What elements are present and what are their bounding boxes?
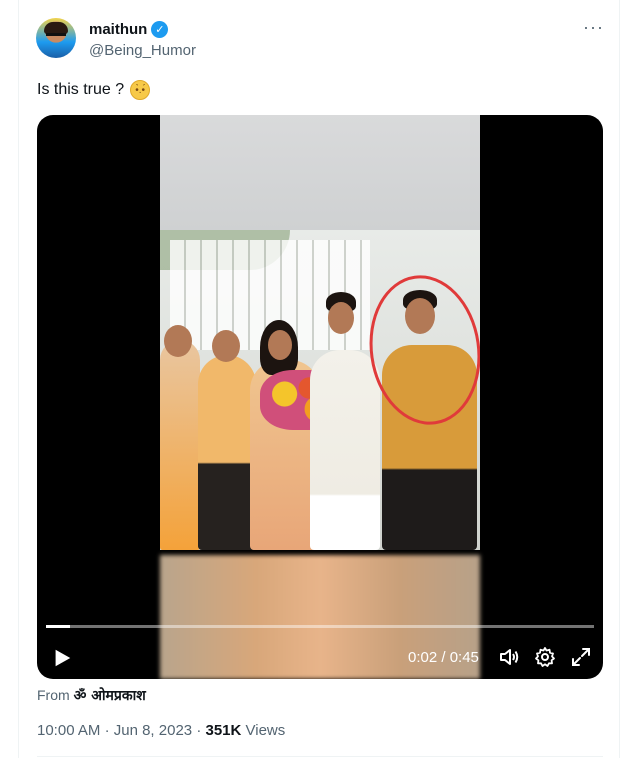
- source-name-link[interactable]: ॐ ओमप्रकाश: [74, 688, 146, 704]
- person-1: [160, 340, 200, 550]
- video-frame: [160, 115, 480, 679]
- tweet-text-content: Is this true ?: [37, 81, 125, 98]
- tweet-metadata: 10:00 AM · Jun 8, 2023 · 351K Views: [37, 722, 285, 739]
- person-1-head: [164, 325, 192, 357]
- author-display-name[interactable]: maithun: [89, 21, 147, 38]
- tweet-time[interactable]: 10:00 AM: [37, 722, 100, 739]
- views-count: 351K: [205, 722, 242, 739]
- author-handle[interactable]: @Being_Humor: [89, 42, 196, 59]
- source-prefix: From: [37, 687, 70, 703]
- settings-icon[interactable]: [533, 645, 557, 669]
- video-source: From ॐ ओमप्रकाश: [37, 686, 146, 705]
- video-photo: [160, 230, 480, 550]
- play-icon[interactable]: [51, 647, 73, 669]
- views-label: Views: [245, 722, 286, 739]
- verified-badge-icon: ✓: [151, 21, 169, 38]
- person-3-head: [268, 330, 292, 360]
- video-frame-top: [160, 115, 480, 230]
- fullscreen-icon[interactable]: [569, 645, 593, 669]
- person-2: [198, 355, 256, 550]
- person-4: [310, 350, 380, 550]
- meta-separator-2: ·: [196, 722, 202, 739]
- bottom-divider: [37, 756, 603, 757]
- meta-separator-1: ·: [104, 722, 110, 739]
- person-2-head: [212, 330, 240, 362]
- author-name-row[interactable]: maithun ✓: [89, 21, 169, 38]
- video-time-display: 0:02 / 0:45: [408, 649, 479, 666]
- tweet-date[interactable]: Jun 8, 2023: [114, 722, 192, 739]
- video-player[interactable]: 0:02 / 0:45: [37, 115, 603, 679]
- avatar-glasses: [46, 33, 66, 38]
- video-progress-bar[interactable]: [46, 625, 594, 628]
- avatar[interactable]: [36, 18, 76, 58]
- thinking-face-icon: •̀.•́: [130, 80, 151, 100]
- person-4-head: [328, 302, 354, 334]
- tweet-text: Is this true ? •̀.•́: [37, 80, 151, 100]
- more-options-icon[interactable]: ···: [583, 18, 604, 36]
- video-progress-fill: [46, 625, 71, 628]
- volume-icon[interactable]: [497, 645, 521, 669]
